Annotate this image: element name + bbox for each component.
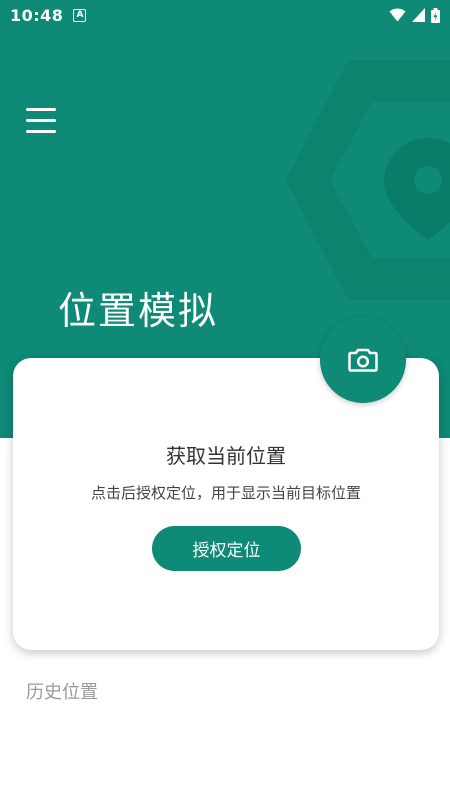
page-title: 位置模拟 (58, 289, 219, 333)
wifi-icon (389, 8, 406, 22)
location-card: 获取当前位置 点击后授权定位，用于显示当前目标位置 授权定位 (13, 358, 439, 650)
screen: 10:48 A 位置模拟 获取当前位置 点击后授权定位，用于显示当前目标位置 授… (0, 0, 450, 800)
hamburger-menu-icon[interactable] (22, 104, 62, 138)
location-pin-icon (286, 60, 450, 300)
camera-icon (348, 348, 378, 372)
card-description: 点击后授权定位，用于显示当前目标位置 (90, 484, 361, 502)
card-title: 获取当前位置 (166, 444, 286, 468)
status-time: 10:48 (10, 5, 64, 25)
status-bar: 10:48 A (0, 0, 450, 30)
camera-button[interactable] (320, 317, 406, 403)
signal-icon (412, 8, 425, 22)
history-label: 历史位置 (26, 682, 98, 703)
status-icons (389, 7, 440, 23)
authorize-location-button[interactable]: 授权定位 (152, 526, 301, 571)
notification-a-icon: A (73, 8, 87, 22)
battery-icon (431, 7, 440, 23)
